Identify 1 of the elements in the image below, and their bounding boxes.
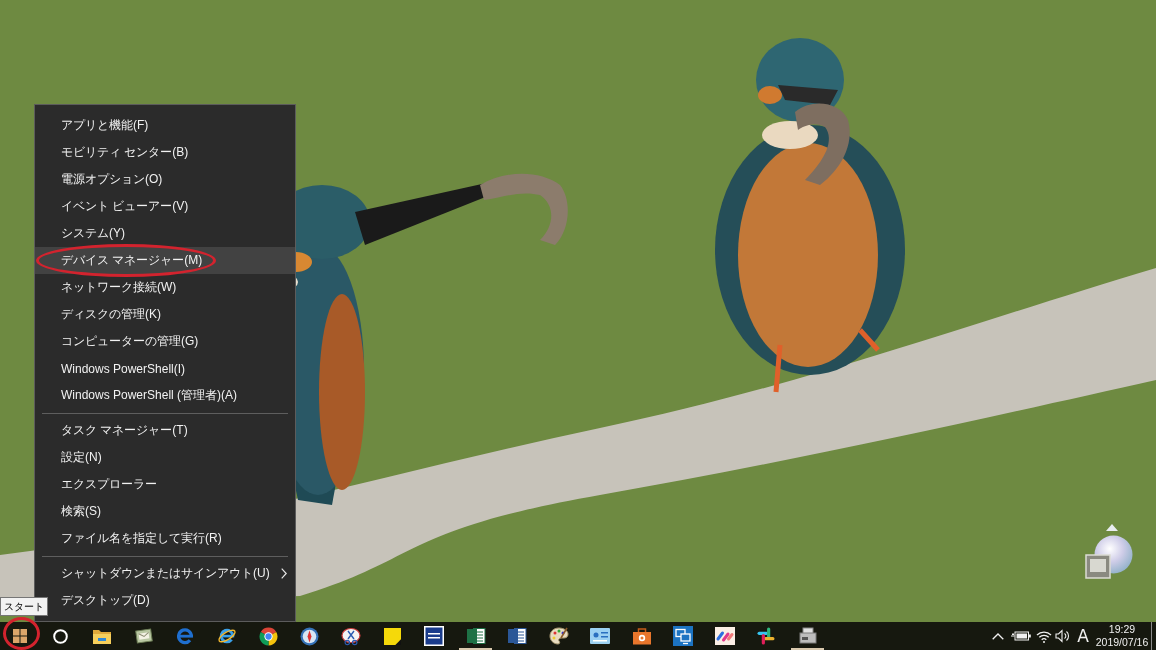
tooltip: スタート bbox=[0, 597, 48, 616]
